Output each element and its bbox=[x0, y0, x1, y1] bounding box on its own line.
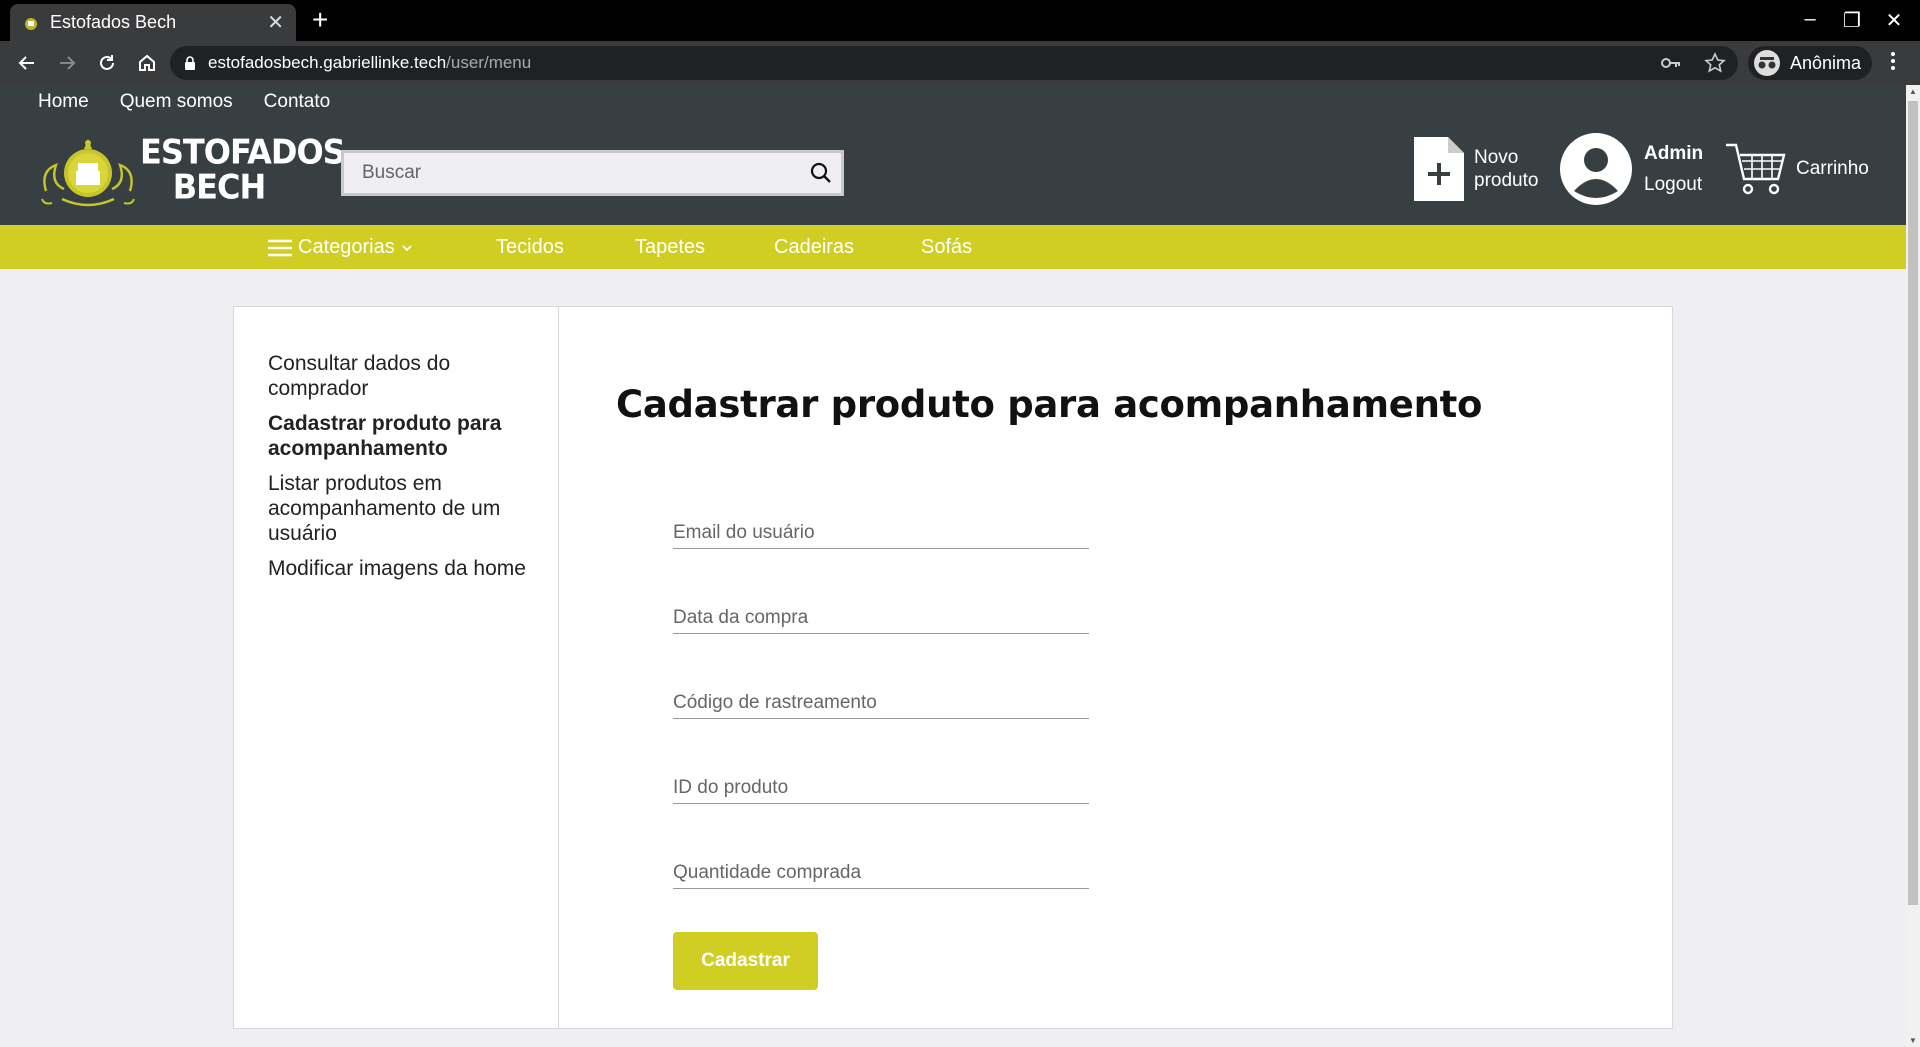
nav-contact[interactable]: Contato bbox=[264, 91, 331, 113]
email-field[interactable] bbox=[673, 513, 1089, 547]
email-field-wrap bbox=[673, 513, 1089, 549]
quantity-field-wrap bbox=[673, 853, 1089, 889]
lock-icon bbox=[185, 56, 195, 70]
back-icon[interactable] bbox=[8, 44, 46, 82]
key-icon[interactable] bbox=[1660, 52, 1682, 74]
site-header: Home Quem somos Contato ESTOFADOS BECH B… bbox=[0, 85, 1906, 225]
category-tecidos[interactable]: Tecidos bbox=[496, 236, 564, 259]
new-tab-icon[interactable]: + bbox=[312, 6, 328, 34]
reload-icon[interactable] bbox=[88, 44, 126, 82]
restore-icon[interactable]: ❐ bbox=[1842, 8, 1862, 33]
close-tab-icon[interactable]: ✕ bbox=[267, 10, 284, 35]
new-product-line-2: produto bbox=[1474, 170, 1539, 191]
product-id-field[interactable] bbox=[673, 768, 1089, 802]
nav-home[interactable]: Home bbox=[38, 91, 89, 113]
category-bar: Categorias Tecidos Tapetes Cadeiras Sofá… bbox=[0, 225, 1906, 269]
product-id-field-wrap bbox=[673, 768, 1089, 804]
cart-link[interactable]: Carrinho bbox=[1724, 141, 1869, 197]
tracking-code-field-wrap bbox=[673, 683, 1089, 719]
categories-menu[interactable]: Categorias bbox=[268, 236, 413, 259]
user-menu: Admin Logout bbox=[1560, 133, 1703, 205]
browser-tab[interactable]: Estofados Bech ✕ bbox=[10, 4, 296, 41]
logo-emblem-icon bbox=[41, 139, 135, 207]
search-icon[interactable] bbox=[801, 161, 841, 185]
chevron-down-icon bbox=[402, 244, 412, 251]
new-document-icon bbox=[1414, 137, 1464, 201]
browser-toolbar: estofadosbech.gabriellinke.tech/user/men… bbox=[0, 41, 1920, 85]
home-icon[interactable] bbox=[128, 44, 166, 82]
browser-menu-icon[interactable] bbox=[1890, 50, 1896, 77]
admin-panel: Consultar dados do comprador Cadastrar p… bbox=[233, 306, 1673, 1029]
favicon-icon bbox=[25, 17, 37, 30]
close-window-icon[interactable]: ✕ bbox=[1884, 8, 1904, 33]
admin-sidebar: Consultar dados do comprador Cadastrar p… bbox=[234, 307, 559, 1028]
purchase-date-field[interactable] bbox=[673, 598, 1089, 632]
logo-line-1: ESTOFADOS bbox=[140, 132, 346, 172]
cart-icon bbox=[1726, 143, 1786, 195]
categories-label: Categorias bbox=[298, 236, 395, 258]
sidebar-item-register-tracking[interactable]: Cadastrar produto para acompanhamento bbox=[268, 411, 526, 461]
profile-label: Anônima bbox=[1790, 52, 1862, 73]
logo-line-2: BECH bbox=[172, 167, 267, 207]
address-bar[interactable]: estofadosbech.gabriellinke.tech/user/men… bbox=[170, 46, 1738, 80]
forward-icon[interactable] bbox=[48, 44, 86, 82]
nav-about[interactable]: Quem somos bbox=[120, 91, 233, 113]
profile-chip[interactable]: Anônima bbox=[1748, 46, 1872, 80]
avatar-icon[interactable] bbox=[1560, 133, 1632, 205]
page-title: Cadastrar produto para acompanhamento bbox=[616, 383, 1483, 426]
purchase-date-field-wrap bbox=[673, 598, 1089, 634]
top-nav: Home Quem somos Contato bbox=[38, 91, 330, 113]
user-name: Admin bbox=[1644, 143, 1704, 164]
minimize-icon[interactable]: – bbox=[1800, 8, 1820, 33]
page-scrollbar[interactable]: ▲ ▼ bbox=[1906, 85, 1920, 1047]
search-box bbox=[341, 150, 844, 196]
logout-link[interactable]: Logout bbox=[1644, 169, 1703, 200]
category-cadeiras[interactable]: Cadeiras bbox=[774, 236, 854, 259]
new-product-link[interactable]: Novo produto bbox=[1414, 137, 1538, 201]
category-tapetes[interactable]: Tapetes bbox=[635, 236, 705, 259]
category-sofas[interactable]: Sofás bbox=[921, 236, 972, 259]
sidebar-item-list-tracking[interactable]: Listar produtos em acompanhamento de um … bbox=[268, 471, 526, 546]
new-product-line-1: Novo bbox=[1474, 147, 1519, 168]
sidebar-item-home-images[interactable]: Modificar imagens da home bbox=[268, 556, 526, 581]
star-icon[interactable] bbox=[1704, 52, 1726, 74]
tracking-code-field[interactable] bbox=[673, 683, 1089, 717]
scroll-up-icon[interactable]: ▲ bbox=[1909, 87, 1917, 96]
browser-tabstrip: Estofados Bech ✕ + – ❐ ✕ bbox=[0, 0, 1920, 41]
sidebar-item-consult-buyer[interactable]: Consultar dados do comprador bbox=[268, 351, 526, 401]
submit-button[interactable]: Cadastrar bbox=[673, 932, 818, 990]
scroll-down-icon[interactable]: ▼ bbox=[1909, 1036, 1917, 1045]
site-logo[interactable]: ESTOFADOS BECH bbox=[36, 131, 346, 213]
search-input[interactable] bbox=[344, 162, 801, 184]
url-host: estofadosbech.gabriellinke.tech bbox=[208, 53, 447, 72]
quantity-field[interactable] bbox=[673, 853, 1089, 887]
hamburger-icon bbox=[268, 239, 292, 256]
tab-title: Estofados Bech bbox=[50, 12, 177, 32]
url-path: /user/menu bbox=[446, 53, 532, 72]
incognito-icon bbox=[1754, 50, 1780, 76]
cart-label: Carrinho bbox=[1796, 158, 1869, 179]
logo-wordmark: ESTOFADOS BECH bbox=[140, 132, 346, 207]
window-controls: – ❐ ✕ bbox=[1800, 8, 1904, 33]
scrollbar-thumb[interactable] bbox=[1908, 101, 1918, 905]
